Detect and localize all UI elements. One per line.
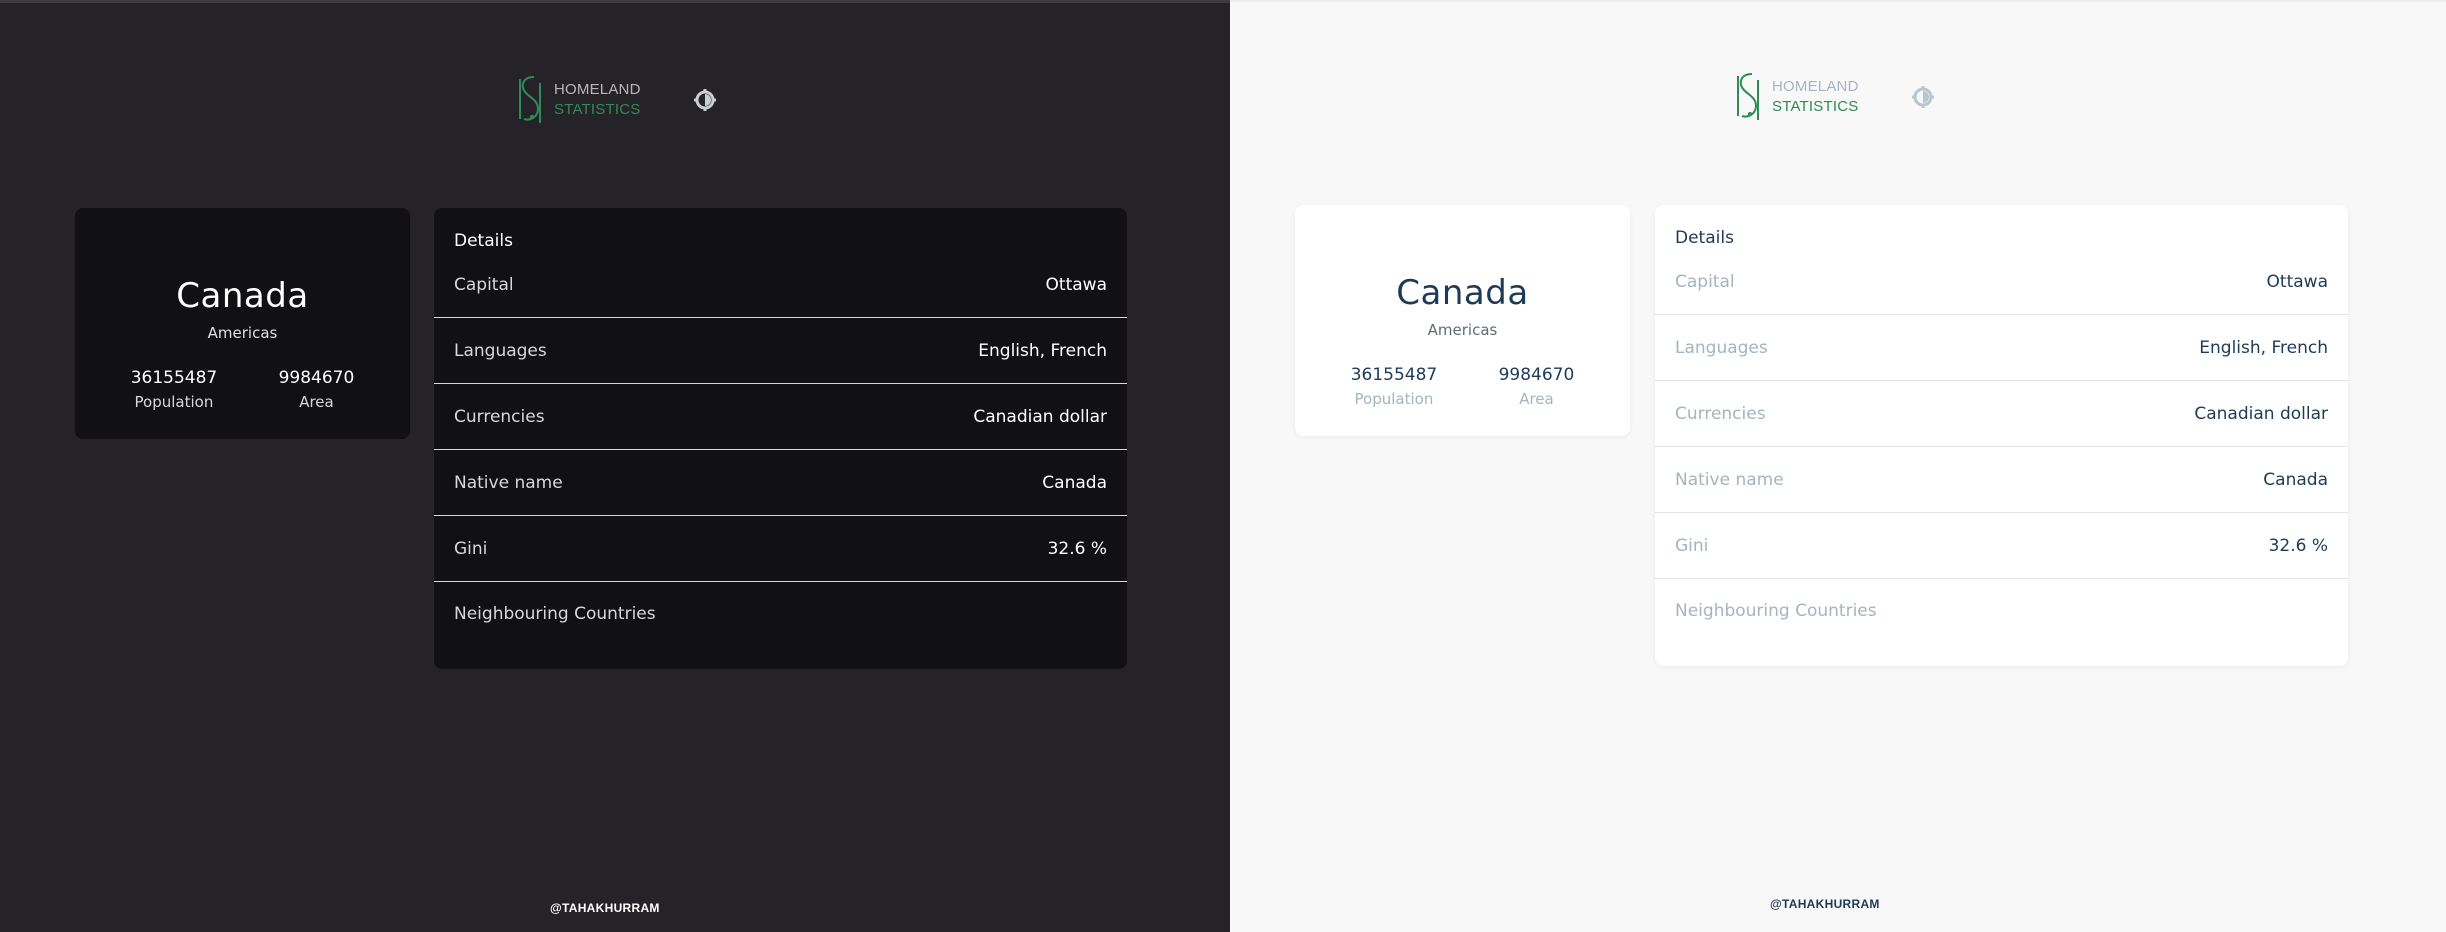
detail-value: English, French [2199, 337, 2328, 358]
contrast-icon[interactable] [1911, 85, 1935, 109]
area-value: 9984670 [1498, 365, 1575, 385]
country-region: Americas [1427, 321, 1498, 339]
country-stats: 36155487 Population 9984670 Area [75, 368, 410, 411]
detail-row-native-name: Native name Canada [434, 450, 1127, 516]
brand-line-1: HOMELAND [554, 81, 641, 98]
population-label: Population [1354, 390, 1434, 408]
brand-line-2: STATISTICS [1772, 98, 1859, 115]
detail-row-languages: Languages English, French [1655, 315, 2348, 381]
population-stat: 36155487 Population [1351, 365, 1438, 408]
country-summary-card: Canada Americas 36155487 Population 9984… [1295, 205, 1630, 436]
brand-logo[interactable]: HOMELAND STATISTICS [1730, 70, 1859, 124]
population-label: Population [134, 393, 214, 411]
detail-value: Canadian dollar [973, 406, 1107, 427]
detail-row-capital: Capital Ottawa [434, 252, 1127, 318]
detail-value: Ottawa [2266, 271, 2328, 292]
neighbouring-countries-label: Neighbouring Countries [454, 604, 656, 624]
detail-row-languages: Languages English, French [434, 318, 1127, 384]
detail-value: Canadian dollar [2194, 403, 2328, 424]
area-value: 9984670 [278, 368, 355, 388]
area-label: Area [299, 393, 334, 411]
neighbouring-countries-label: Neighbouring Countries [1675, 601, 1877, 621]
detail-value: 32.6 % [1047, 538, 1107, 559]
detail-label: Currencies [454, 406, 545, 427]
country-name: Canada [176, 276, 309, 316]
details-card: Details Capital Ottawa Languages English… [1655, 205, 2348, 666]
details-card: Details Capital Ottawa Languages English… [434, 208, 1127, 669]
country-region: Americas [207, 324, 278, 342]
detail-row-gini: Gini 32.6 % [1655, 513, 2348, 579]
footer-credit[interactable]: @TAHAKHURRAM [1770, 897, 1880, 911]
area-stat: 9984670 Area [279, 368, 355, 411]
brand-line-2: STATISTICS [554, 101, 641, 118]
detail-label: Gini [454, 538, 488, 559]
footer-credit[interactable]: @TAHAKHURRAM [550, 901, 660, 915]
population-value: 36155487 [130, 368, 218, 388]
detail-value: Ottawa [1045, 274, 1107, 295]
light-theme-panel: HOMELAND STATISTICS Canada Americas 3615… [1230, 0, 2446, 932]
country-name: Canada [1396, 273, 1529, 313]
brand-logo[interactable]: HOMELAND STATISTICS [512, 73, 641, 127]
header: HOMELAND STATISTICS [1730, 70, 1935, 124]
details-title: Details [1675, 228, 1734, 248]
detail-row-gini: Gini 32.6 % [434, 516, 1127, 582]
detail-value: 32.6 % [2268, 535, 2328, 556]
detail-row-currencies: Currencies Canadian dollar [1655, 381, 2348, 447]
area-stat: 9984670 Area [1499, 365, 1575, 408]
header: HOMELAND STATISTICS [512, 73, 717, 127]
brand-line-1: HOMELAND [1772, 78, 1859, 95]
contrast-icon[interactable] [693, 88, 717, 112]
detail-value: English, French [978, 340, 1107, 361]
logo-mark-icon [519, 76, 541, 123]
details-title: Details [454, 231, 513, 251]
detail-label: Native name [1675, 469, 1784, 490]
detail-label: Languages [454, 340, 547, 361]
detail-label: Gini [1675, 535, 1709, 556]
detail-row-native-name: Native name Canada [1655, 447, 2348, 513]
detail-label: Currencies [1675, 403, 1766, 424]
detail-label: Native name [454, 472, 563, 493]
logo-mark-icon [1737, 73, 1759, 120]
population-value: 36155487 [1350, 365, 1438, 385]
detail-label: Capital [454, 274, 514, 295]
detail-row-currencies: Currencies Canadian dollar [434, 384, 1127, 450]
area-label: Area [1519, 390, 1554, 408]
detail-row-capital: Capital Ottawa [1655, 249, 2348, 315]
detail-label: Languages [1675, 337, 1768, 358]
country-stats: 36155487 Population 9984670 Area [1295, 365, 1630, 408]
population-stat: 36155487 Population [131, 368, 218, 411]
dark-theme-panel: HOMELAND STATISTICS Canada Americas 3615… [0, 0, 1230, 932]
detail-value: Canada [1042, 472, 1107, 493]
detail-label: Capital [1675, 271, 1735, 292]
detail-value: Canada [2263, 469, 2328, 490]
country-summary-card: Canada Americas 36155487 Population 9984… [75, 208, 410, 439]
